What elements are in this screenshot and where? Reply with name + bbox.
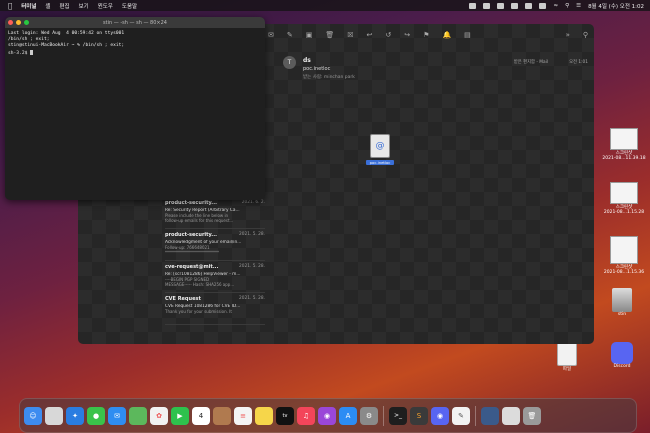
safari-icon[interactable]: ✦ — [66, 406, 84, 425]
status-icon-2[interactable] — [483, 2, 491, 9]
menu-bar:  터미널 셸 편집 보기 윈도우 도움말 ≈ ⚲ ☰ 8월 4일 (수) 오전… — [0, 0, 650, 11]
move-icon[interactable]: ▤ — [464, 31, 471, 39]
list-item[interactable]: product-security... 2021. 5. 28. Acknowl… — [165, 232, 265, 261]
terminal-cursor — [30, 49, 34, 55]
terminal-icon[interactable]: >_ — [389, 406, 407, 425]
terminal-output[interactable]: Last login: Wed Aug 4 00:59:42 on ttys00… — [5, 28, 265, 60]
apple-menu-icon[interactable]:  — [8, 2, 12, 10]
desktop-screenshot-3[interactable]: 스크린샷 2021-08...1.15.36 — [598, 236, 650, 275]
wifi-icon[interactable]: ≈ — [553, 3, 558, 9]
junk-icon[interactable]: ☒ — [347, 31, 353, 39]
calendar-icon[interactable]: 4 — [192, 406, 210, 425]
textedit-icon[interactable]: ✎ — [452, 406, 470, 425]
archive-icon[interactable]: ▣ — [306, 31, 313, 39]
search-icon[interactable]: ⚲ — [565, 3, 569, 9]
terminal-window[interactable]: stin — -sh — sh — 80×24 Last login: Wed … — [5, 17, 265, 200]
search-icon[interactable]: ⚲ — [583, 31, 588, 39]
message-folder: 받은 편지함 - Mail — [513, 60, 548, 65]
message-time: 오전 1:01 — [569, 60, 588, 65]
dock-separator — [475, 405, 476, 426]
disk-icon — [612, 288, 632, 312]
compose-icon[interactable]: ✉ — [268, 31, 274, 39]
appletv-icon[interactable]: tv — [276, 406, 294, 425]
menu-shell[interactable]: 셸 — [45, 2, 50, 10]
flag-icon[interactable]: ⚑ — [423, 31, 429, 39]
menu-help[interactable]: 도움말 — [122, 2, 137, 10]
podcasts-icon[interactable]: ◉ — [318, 406, 336, 425]
menu-terminal[interactable]: 터미널 — [21, 2, 36, 10]
list-item[interactable]: product-security... 2021. 6. 2. Re: Secu… — [165, 200, 265, 229]
discord-icon[interactable]: ◉ — [431, 406, 449, 425]
trash-icon[interactable]: 🗑 — [523, 406, 541, 425]
avatar: T — [283, 56, 296, 69]
terminal-title: stin — -sh — sh — 80×24 — [103, 19, 167, 26]
forward-icon[interactable]: ↪ — [404, 31, 410, 39]
status-icon-3[interactable] — [497, 2, 505, 9]
menubar-clock[interactable]: 8월 4일 (수) 오전 1:02 — [588, 2, 644, 10]
recent-screenshot-icon[interactable] — [481, 406, 499, 425]
message-list: product-security... 2021. 6. 2. Re: Secu… — [165, 200, 265, 328]
contacts-icon[interactable] — [213, 406, 231, 425]
desktop-discord[interactable]: Discord — [605, 342, 639, 369]
inetloc-file-icon: @ — [370, 134, 390, 158]
notes-icon[interactable] — [255, 406, 273, 425]
dock: ☺ ✦ ● ✉ ✿ ▶ 4 ≡ tv ♫ ◉ A ⚙ >_ S ◉ ✎ 🗑 — [19, 398, 637, 433]
menu-window[interactable]: 윈도우 — [98, 2, 113, 10]
reminders-icon[interactable]: ≡ — [234, 406, 252, 425]
terminal-titlebar[interactable]: stin — -sh — sh — 80×24 — [5, 17, 265, 28]
list-item[interactable]: cve-request@mit... 2021. 5. 28. Re: [scr… — [165, 264, 265, 293]
finder-icon[interactable]: ☺ — [24, 406, 42, 425]
music-icon[interactable]: ♫ — [297, 406, 315, 425]
reply-icon[interactable]: ↩ — [367, 31, 373, 39]
downloads-icon[interactable] — [502, 406, 520, 425]
menu-view[interactable]: 보기 — [79, 2, 89, 10]
appstore-icon[interactable]: A — [339, 406, 357, 425]
trash-icon[interactable]: 🗑 — [325, 31, 334, 39]
message-recipient: 받는 사람: minchan park — [303, 75, 355, 80]
status-icon-6[interactable] — [539, 2, 547, 9]
message-sender: ds — [303, 57, 311, 64]
sublime-icon[interactable]: S — [410, 406, 428, 425]
attachment-name: poc.inetloc — [366, 160, 394, 165]
maps-icon[interactable] — [129, 406, 147, 425]
list-item[interactable]: CVE Request 2021. 5. 28. CVE Request 108… — [165, 296, 265, 325]
launchpad-icon[interactable] — [45, 406, 63, 425]
attachment-poc-inetloc[interactable]: @ poc.inetloc — [366, 134, 394, 165]
mail-icon[interactable]: ✉ — [108, 406, 126, 425]
status-icon-5[interactable] — [525, 2, 533, 9]
discord-icon — [611, 342, 633, 364]
menu-edit[interactable]: 편집 — [59, 2, 69, 10]
desktop-stin-disk[interactable]: stin — [605, 288, 639, 317]
facetime-icon[interactable]: ▶ — [171, 406, 189, 425]
document-icon — [557, 342, 577, 366]
photos-icon[interactable]: ✿ — [150, 406, 168, 425]
desktop-screenshot-2[interactable]: 스크린샷 2021-08...1.15.28 — [598, 182, 650, 215]
status-icon-1[interactable] — [469, 2, 477, 9]
dock-separator — [383, 405, 384, 426]
mail-toolbar: ✉ ✎ ▣ 🗑 ☒ ↩ ↺ ↪ ⚑ 🔔 ▤ » ⚲ — [268, 28, 588, 42]
reply-all-icon[interactable]: ↺ — [385, 31, 391, 39]
desktop-file[interactable]: 파일 — [552, 342, 582, 372]
control-center-icon[interactable]: ☰ — [576, 3, 581, 9]
settings-icon[interactable]: ⚙ — [360, 406, 378, 425]
desktop-screenshot-1[interactable]: 스크린샷 2021-08...11.39.18 — [598, 128, 650, 161]
mute-icon[interactable]: 🔔 — [442, 31, 451, 39]
status-icon-4[interactable] — [511, 2, 519, 9]
message-subject: poc.inetloc — [303, 66, 331, 72]
new-message-icon[interactable]: ✎ — [287, 31, 293, 39]
more-icon[interactable]: » — [566, 31, 570, 39]
messages-icon[interactable]: ● — [87, 406, 105, 425]
